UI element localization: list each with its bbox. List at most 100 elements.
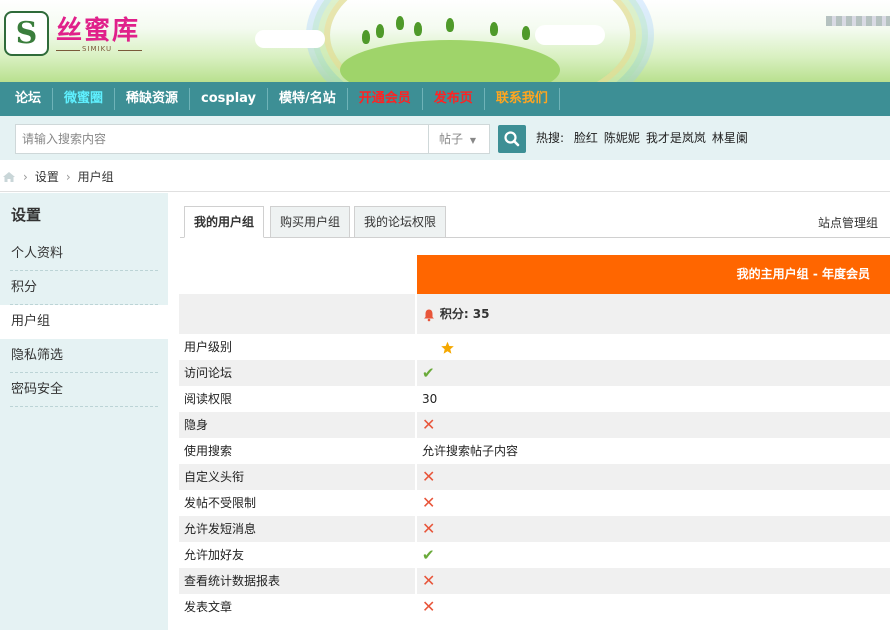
site-header: S 丝蜜库 SIMIKU [0,0,890,82]
user-info-blurred[interactable] [826,16,890,26]
permission-value: ✕ [417,516,890,542]
tree-decoration [396,16,404,30]
breadcrumb: › 设置 › 用户组 [0,162,890,192]
usergroup-header: 我的主用户组 - 年度会员 [417,255,890,294]
hot-search-link[interactable]: 脸红 [574,131,598,145]
tree-decoration [446,18,454,32]
divider [118,50,142,51]
score-text: 积分: 35 [439,307,490,321]
chevron-right-icon: › [65,169,71,184]
table-row: 允许加好友 ✔ [179,542,890,568]
nav-item[interactable]: 发布页 [423,88,485,110]
logo-letter: S [15,16,38,51]
tab-bar: 我的用户组 购买用户组 我的论坛权限 站点管理组 [180,206,890,238]
search-button[interactable] [498,125,526,153]
check-icon: ✔ [422,364,435,382]
tab-my-usergroup[interactable]: 我的用户组 [184,206,265,238]
permission-label: 发帖不受限制 [179,490,417,516]
permission-value: ✕ [417,412,890,438]
permission-value: ✔ [417,360,890,386]
permission-label: 查看统计数据报表 [179,568,417,594]
tree-decoration [376,24,384,38]
site-admin-link[interactable]: 站点管理组 [818,214,878,231]
permission-label: 允许加好友 [179,542,417,568]
cloud-decoration [255,30,325,48]
cloud-decoration [535,25,605,45]
cross-icon: ✕ [422,519,436,538]
hot-search-link[interactable]: 陈妮妮 [604,131,640,145]
nav-item[interactable]: cosplay [190,88,269,110]
search-bar: 请输入搜索内容 帖子 ▼ 热搜: 脸红 陈妮妮 我才是岚岚 林星阑 [0,116,890,160]
nav-item[interactable]: 微蜜圈 [53,88,116,110]
permission-label: 隐身 [179,412,417,438]
nav-item[interactable]: 开通会员 [348,88,423,110]
hot-search-link[interactable]: 林星阑 [712,131,748,145]
table-row: 阅读权限 30 [179,386,890,412]
hot-searches: 热搜: 脸红 陈妮妮 我才是岚岚 林星阑 [536,129,754,146]
home-icon[interactable] [2,171,16,183]
sidebar-item[interactable]: 密码安全 [0,373,168,407]
permission-value: ✕ [417,568,890,594]
cross-icon: ✕ [422,493,436,512]
brand-name: 丝蜜库 [56,16,141,46]
usergroup-table: 我的主用户组 - 年度会员 积分: 35 用户级别 访问论坛 ✔ 阅读权限 30 隐身 ✕… [179,255,890,620]
score-cell: 积分: 35 [417,294,890,334]
nav-item[interactable]: 模特/名站 [268,88,348,110]
permission-value: 允许搜索帖子内容 [422,444,519,458]
permission-label: 允许发短消息 [179,516,417,542]
permission-value: 30 [422,392,438,406]
logo[interactable]: S [4,11,49,56]
brand-subtitle: SIMIKU [82,45,113,53]
tab-buy-usergroup[interactable]: 购买用户组 [270,206,351,238]
sidebar-item[interactable]: 隐私筛选 [0,339,168,373]
permission-value: ✔ [417,542,890,568]
permission-value: ✕ [417,490,890,516]
table-row: 隐身 ✕ [179,412,890,438]
search-input[interactable]: 请输入搜索内容 [15,124,429,154]
breadcrumb-item[interactable]: 设置 [35,168,59,185]
chevron-right-icon: › [23,169,28,184]
tree-decoration [362,30,370,44]
moon-icon [427,342,433,353]
nav-item[interactable]: 稀缺资源 [115,88,191,110]
search-type-label: 帖子 [439,132,464,146]
permission-label: 自定义头衔 [179,464,417,490]
chevron-down-icon: ▼ [469,136,476,145]
table-row: 用户级别 [179,334,890,360]
sidebar-item[interactable]: 积分 [0,271,168,305]
table-row: 允许发短消息 ✕ [179,516,890,542]
table-row: 使用搜索 允许搜索帖子内容 [179,438,890,464]
table-row: 查看统计数据报表 ✕ [179,568,890,594]
permission-label: 访问论坛 [179,360,417,386]
permission-label: 使用搜索 [179,438,417,464]
permission-label: 阅读权限 [179,386,417,412]
permission-value: ✕ [417,594,890,620]
permission-value [417,334,890,360]
cross-icon: ✕ [422,415,436,434]
nav-item[interactable]: 联系我们 [485,88,560,110]
search-icon [504,131,520,147]
sidebar-item[interactable]: 用户组 [0,305,168,339]
hot-search-link[interactable]: 我才是岚岚 [646,131,706,145]
breadcrumb-item[interactable]: 用户组 [78,168,114,185]
nav-item[interactable]: 论坛 [4,88,54,110]
star-icon [441,341,454,354]
cross-icon: ✕ [422,571,436,590]
tree-decoration [414,22,422,36]
bell-icon [424,309,434,321]
tab-forum-permissions[interactable]: 我的论坛权限 [354,206,447,238]
table-row: 发表文章 ✕ [179,594,890,620]
table-corner [179,255,417,294]
sidebar-title: 设置 [11,206,42,224]
check-icon: ✔ [422,546,435,564]
search-type-select[interactable]: 帖子 ▼ [428,124,490,154]
table-row: 访问论坛 ✔ [179,360,890,386]
tree-decoration [490,22,498,36]
sidebar: 设置 个人资料 积分 用户组 隐私筛选 密码安全 [0,193,168,630]
sidebar-item[interactable]: 个人资料 [0,237,168,271]
hot-label: 热搜: [536,131,565,145]
divider [56,50,80,51]
cross-icon: ✕ [422,597,436,616]
tree-decoration [522,26,530,40]
main-nav: 论坛 微蜜圈 稀缺资源 cosplay 模特/名站 开通会员 发布页 联系我们 [0,82,890,116]
